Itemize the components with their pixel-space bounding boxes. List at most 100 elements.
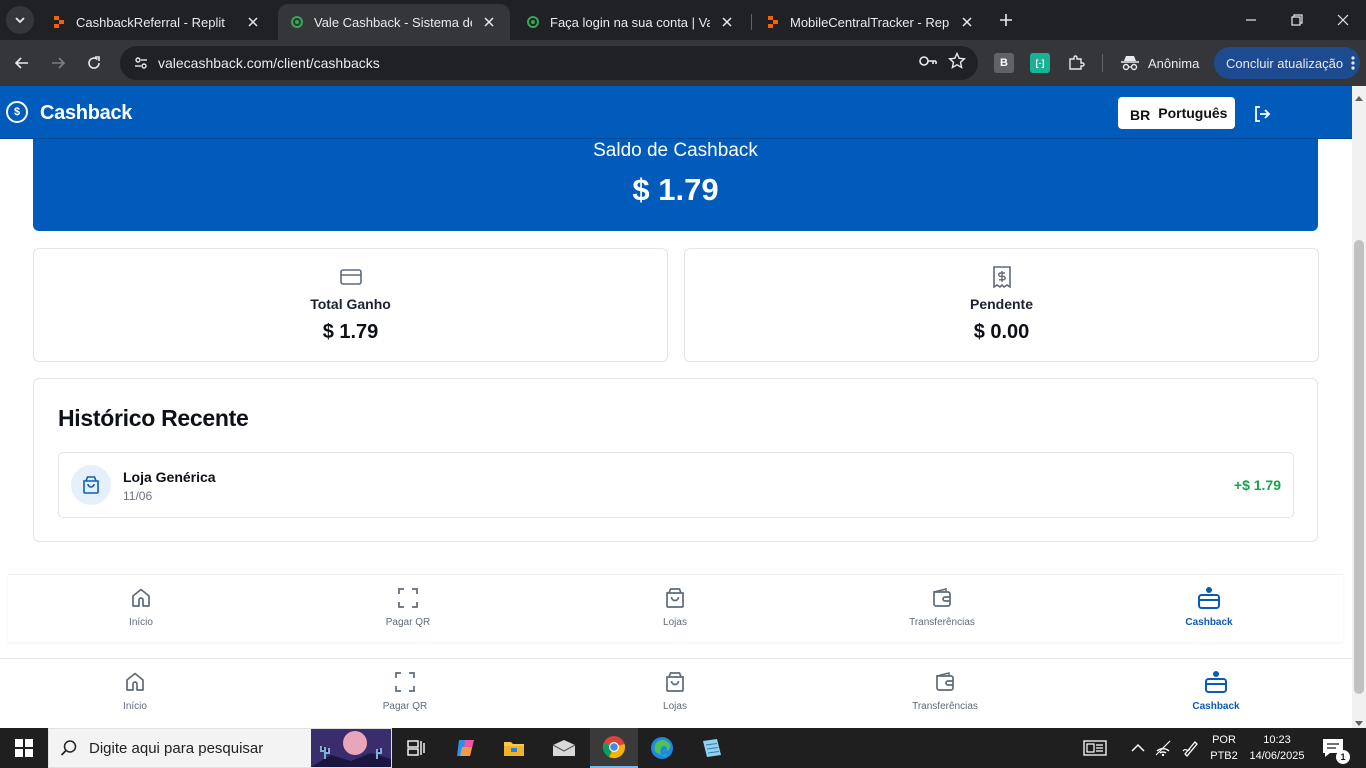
tab-search-button[interactable] bbox=[6, 6, 34, 34]
history-store: Loja Genérica bbox=[123, 469, 216, 485]
site-settings-icon[interactable] bbox=[128, 55, 154, 71]
news-widget[interactable] bbox=[1080, 728, 1110, 768]
edge-app[interactable] bbox=[638, 728, 686, 768]
wifi-status[interactable] bbox=[1152, 728, 1174, 768]
clock-date: 14/06/2025 bbox=[1249, 750, 1305, 762]
windows-taskbar: Digite aqui para pesquisar POR PTB2 10:2… bbox=[0, 728, 1366, 768]
nav-item-pagar-qr[interactable]: Pagar QR bbox=[348, 585, 468, 628]
history-date: 11/06 bbox=[123, 489, 153, 503]
password-key-icon[interactable] bbox=[918, 53, 938, 74]
scan-icon bbox=[348, 585, 468, 611]
restore-button[interactable] bbox=[1274, 0, 1320, 40]
clock[interactable]: 10:23 14/06/2025 bbox=[1246, 732, 1308, 764]
puzzle-icon bbox=[1069, 55, 1085, 70]
edge-icon bbox=[651, 737, 673, 759]
nav-item-cashback[interactable]: Cashback bbox=[1149, 585, 1269, 628]
page-scrollbar[interactable] bbox=[1352, 86, 1366, 728]
nav-item-lojas[interactable]: Lojas bbox=[615, 585, 735, 628]
language-selector[interactable]: BR Português bbox=[1118, 97, 1235, 129]
stat-value: $ 0.00 bbox=[973, 321, 1030, 343]
nav-label: Cashback bbox=[1185, 617, 1233, 628]
tab-login[interactable]: Faça login na sua conta | Vale C bbox=[514, 4, 748, 40]
vale-icon bbox=[290, 15, 304, 29]
balance-value: $ 1.79 bbox=[632, 172, 719, 207]
forward-button[interactable] bbox=[44, 49, 72, 77]
chrome-icon bbox=[602, 736, 625, 759]
cashback-icon bbox=[1149, 585, 1269, 611]
nav-label: Pagar QR bbox=[385, 617, 431, 628]
shopping-bag-icon bbox=[71, 465, 111, 505]
copilot-app[interactable] bbox=[442, 728, 490, 768]
scroll-up-icon[interactable] bbox=[1355, 88, 1363, 106]
browser-toolbar: valecashback.com/client/cashbacks B [-] … bbox=[0, 40, 1366, 86]
start-button[interactable] bbox=[0, 728, 48, 768]
taskbar-search[interactable]: Digite aqui para pesquisar bbox=[48, 728, 392, 768]
flag-icon: BR bbox=[1130, 107, 1151, 123]
windows-icon bbox=[15, 739, 33, 757]
close-window-button[interactable] bbox=[1320, 0, 1366, 40]
reload-button[interactable] bbox=[80, 49, 108, 77]
close-icon[interactable] bbox=[480, 13, 498, 31]
plus-icon bbox=[1000, 14, 1012, 26]
close-icon[interactable] bbox=[718, 13, 736, 31]
nav-item-transferencias[interactable]: Transferências bbox=[882, 585, 1002, 628]
tab-cashbackreferral[interactable]: CashbackReferral - Replit bbox=[40, 4, 274, 40]
input-language[interactable]: POR PTB2 bbox=[1206, 732, 1242, 764]
chevron-down-icon bbox=[15, 17, 25, 24]
logo-icon[interactable]: $ bbox=[6, 101, 28, 123]
clock-time: 10:23 bbox=[1263, 734, 1291, 746]
file-explorer-app[interactable] bbox=[490, 728, 538, 768]
logout-button[interactable] bbox=[1250, 102, 1274, 126]
bottom-nav-outer: Início Pagar QR Lojas Transferências Cas… bbox=[0, 658, 1352, 728]
bookmark-star-icon[interactable] bbox=[947, 51, 967, 75]
chrome-app[interactable] bbox=[590, 728, 638, 768]
tab-title: Vale Cashback - Sistema de Cas bbox=[314, 14, 472, 30]
close-icon[interactable] bbox=[958, 13, 976, 31]
new-tab-button[interactable] bbox=[994, 8, 1018, 32]
show-hidden-icons[interactable] bbox=[1128, 728, 1148, 768]
news-icon bbox=[1083, 740, 1107, 756]
scan-icon bbox=[345, 669, 465, 695]
nav-item-transferencias[interactable]: Transferências bbox=[885, 669, 1005, 712]
tab-title: CashbackReferral - Replit bbox=[76, 14, 225, 30]
nav-item-inicio[interactable]: Início bbox=[75, 669, 195, 712]
notepad-app[interactable] bbox=[688, 728, 736, 768]
nav-item-pagar-qr[interactable]: Pagar QR bbox=[345, 669, 465, 712]
scrollbar-thumb[interactable] bbox=[1354, 240, 1364, 694]
back-button[interactable] bbox=[8, 49, 36, 77]
nav-label: Transferências bbox=[912, 701, 978, 712]
pen-icon bbox=[1182, 741, 1198, 757]
notification-center[interactable]: 1 bbox=[1322, 738, 1350, 764]
nav-item-lojas[interactable]: Lojas bbox=[615, 669, 735, 712]
nav-item-cashback[interactable]: Cashback bbox=[1156, 669, 1276, 712]
extension-b[interactable]: B bbox=[994, 53, 1014, 73]
incognito-indicator[interactable]: Anônima bbox=[1120, 49, 1199, 77]
replit-icon bbox=[766, 15, 780, 29]
nav-item-inicio[interactable]: Início bbox=[81, 585, 201, 628]
task-view-button[interactable] bbox=[392, 728, 440, 768]
mail-app[interactable] bbox=[540, 728, 588, 768]
tab-vale-cashback[interactable]: Vale Cashback - Sistema de Cas bbox=[278, 4, 510, 40]
search-highlight-image bbox=[311, 729, 391, 767]
lang-line-1: POR bbox=[1212, 734, 1236, 746]
tab-mobilecentraltracker[interactable]: MobileCentralTracker - Replit bbox=[754, 4, 988, 40]
browser-tab-strip: CashbackReferral - Replit Vale Cashback … bbox=[0, 0, 1366, 40]
pen-status[interactable] bbox=[1180, 728, 1202, 768]
home-icon bbox=[81, 585, 201, 611]
history-item[interactable]: Loja Genérica 11/06 +$ 1.79 bbox=[58, 452, 1294, 518]
update-label: Concluir atualização bbox=[1226, 55, 1344, 71]
bottom-nav-inner: Início Pagar QR Lojas Transferências Cas… bbox=[8, 574, 1343, 642]
update-button[interactable]: Concluir atualização bbox=[1214, 47, 1360, 79]
minimize-button[interactable] bbox=[1228, 0, 1274, 40]
close-icon[interactable] bbox=[244, 13, 262, 31]
language-label: Português bbox=[1158, 105, 1228, 121]
address-bar[interactable]: valecashback.com/client/cashbacks bbox=[120, 46, 978, 80]
nav-label: Transferências bbox=[909, 617, 975, 628]
nav-label: Pagar QR bbox=[382, 701, 428, 712]
balance-card: Saldo de Cashback $ 1.79 bbox=[33, 126, 1318, 231]
app-title[interactable]: Cashback bbox=[40, 102, 132, 125]
search-icon bbox=[49, 739, 89, 757]
screen: CashbackReferral - Replit Vale Cashback … bbox=[0, 0, 1366, 768]
extensions-button[interactable] bbox=[1062, 49, 1090, 77]
extension-bracket[interactable]: [-] bbox=[1030, 53, 1050, 73]
